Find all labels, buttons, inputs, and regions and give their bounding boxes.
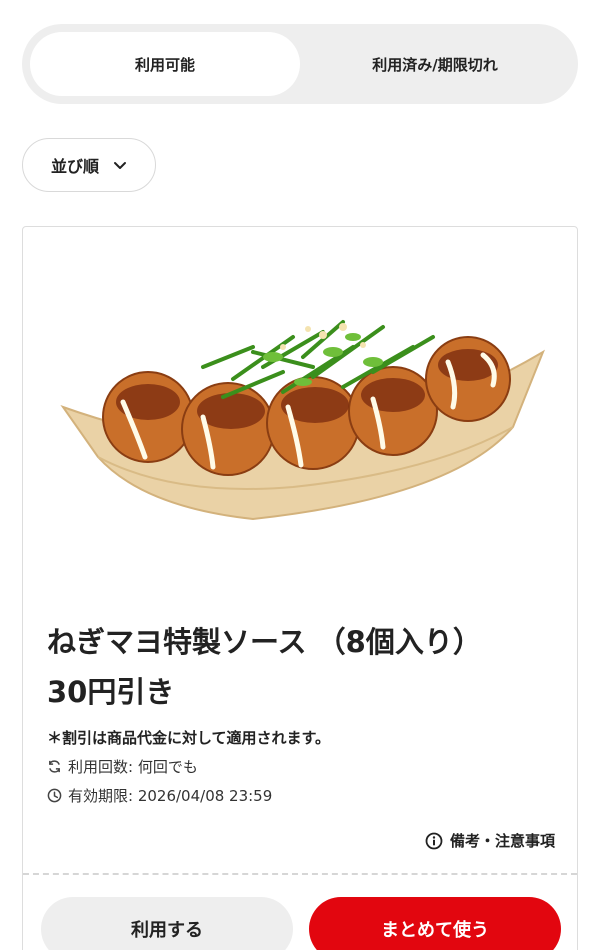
use-button[interactable]: 利用する bbox=[41, 897, 293, 950]
coupon-title: ねぎマヨ特製ソース （8個入り） 30円引き bbox=[47, 617, 567, 717]
usage-count: 利用回数: 何回でも bbox=[47, 756, 198, 777]
expiry-date: 有効期限: 2026/04/08 23:59 bbox=[47, 785, 272, 806]
card-divider bbox=[23, 873, 577, 875]
sort-button[interactable]: 並び順 bbox=[22, 138, 156, 192]
coupon-discount: 30円引き bbox=[47, 675, 175, 709]
clock-icon bbox=[47, 788, 62, 803]
info-icon bbox=[425, 832, 443, 849]
tab-available[interactable]: 利用可能 bbox=[30, 32, 300, 96]
expiry-text: 有効期限: 2026/04/08 23:59 bbox=[68, 787, 273, 805]
combine-use-button[interactable]: まとめて使う bbox=[309, 897, 561, 950]
chevron-down-icon bbox=[114, 162, 126, 169]
discount-note: ＊割引は商品代金に対して適用されます。 bbox=[47, 729, 331, 747]
remarks-link[interactable]: 備考・注意事項 bbox=[425, 830, 555, 851]
coupon-product-image bbox=[60, 320, 546, 521]
coupon-product-name: ねぎマヨ特製ソース （8個入り） bbox=[47, 625, 482, 659]
coupon-card: ねぎマヨ特製ソース （8個入り） 30円引き ＊割引は商品代金に対して適用されま… bbox=[22, 226, 578, 950]
remarks-label: 備考・注意事項 bbox=[449, 832, 555, 850]
tab-used-expired[interactable]: 利用済み/期限切れ bbox=[300, 32, 570, 96]
status-tab-bar: 利用可能 利用済み/期限切れ bbox=[22, 24, 578, 104]
refresh-icon bbox=[49, 760, 60, 773]
sort-label: 並び順 bbox=[50, 157, 99, 176]
usage-text: 利用回数: 何回でも bbox=[68, 758, 198, 776]
